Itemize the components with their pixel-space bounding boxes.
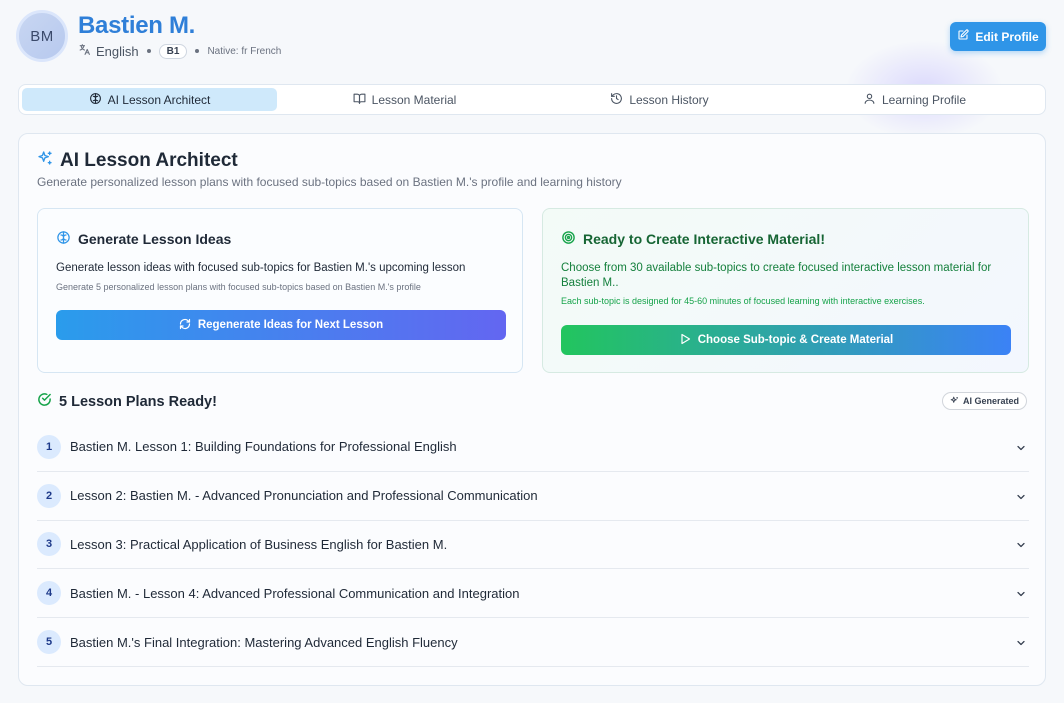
regenerate-ideas-label: Regenerate Ideas for Next Lesson xyxy=(197,319,384,331)
separator-dot xyxy=(146,49,151,53)
tab-bar: AI Lesson Architect Lesson Material Less… xyxy=(18,84,1046,115)
tab-learning-profile[interactable]: Learning Profile xyxy=(787,88,1042,111)
lesson-plan-number: 5 xyxy=(37,630,61,655)
ready-material-description: Choose from 30 available sub-topics to c… xyxy=(561,262,992,289)
generate-ideas-hint: Generate 5 personalized lesson plans wit… xyxy=(56,282,421,292)
history-icon xyxy=(610,92,629,108)
chevron-down-icon[interactable] xyxy=(1015,538,1027,556)
page-subtitle: Generate personalized lesson plans with … xyxy=(37,175,622,189)
native-language: Native: fr French xyxy=(207,45,282,57)
lesson-plan-number: 1 xyxy=(37,434,61,459)
page-title-text: AI Lesson Architect xyxy=(60,150,238,171)
lesson-plan-item[interactable]: 3 Lesson 3: Practical Application of Bus… xyxy=(37,521,1029,570)
sparkles-icon xyxy=(37,150,60,172)
ready-material-title: Ready to Create Interactive Material! xyxy=(561,230,825,248)
chevron-down-icon[interactable] xyxy=(1015,636,1027,654)
chevron-down-icon[interactable] xyxy=(1015,441,1027,459)
translate-icon xyxy=(78,43,96,59)
lesson-plans-heading: 5 Lesson Plans Ready! xyxy=(37,392,217,411)
play-icon xyxy=(679,333,698,348)
language-label: English xyxy=(96,43,139,59)
target-icon xyxy=(561,230,583,248)
tab-ai-lesson-architect[interactable]: AI Lesson Architect xyxy=(22,88,277,111)
generate-ideas-title-text: Generate Lesson Ideas xyxy=(78,231,232,247)
lesson-plan-item[interactable]: 5 Bastien M.'s Final Integration: Master… xyxy=(37,618,1029,667)
lesson-architect-card: AI Lesson Architect Generate personalize… xyxy=(18,133,1046,686)
separator-dot xyxy=(195,49,200,53)
lesson-plan-title: Bastien M. Lesson 1: Building Foundation… xyxy=(70,439,457,455)
lesson-plan-list: 1 Bastien M. Lesson 1: Building Foundati… xyxy=(37,423,1029,667)
tab-label: Learning Profile xyxy=(881,92,967,107)
brain-icon xyxy=(56,230,78,248)
ready-material-title-text: Ready to Create Interactive Material! xyxy=(583,231,825,247)
check-circle-icon xyxy=(37,392,59,411)
edit-icon xyxy=(957,29,975,44)
lesson-plan-number: 4 xyxy=(37,581,61,606)
profile-header: BM Bastien M. English B1 Native: fr Fren… xyxy=(16,10,1046,66)
ai-generated-label: AI Generated xyxy=(962,396,1019,406)
book-open-icon xyxy=(353,92,372,108)
choose-subtopic-button[interactable]: Choose Sub-topic & Create Material xyxy=(561,325,1011,355)
user-icon xyxy=(863,92,882,108)
generate-ideas-description: Generate lesson ideas with focused sub-t… xyxy=(56,262,466,274)
profile-meta: English B1 Native: fr French xyxy=(78,43,281,59)
ai-generated-badge: AI Generated xyxy=(941,392,1027,410)
refresh-icon xyxy=(179,318,198,333)
lesson-plan-title: Lesson 3: Practical Application of Busin… xyxy=(70,536,448,552)
choose-subtopic-label: Choose Sub-topic & Create Material xyxy=(697,334,894,346)
lesson-plan-title: Bastien M.'s Final Integration: Masterin… xyxy=(70,634,458,650)
ready-material-panel: Ready to Create Interactive Material! Ch… xyxy=(542,208,1029,373)
lesson-plan-number: 2 xyxy=(37,483,61,508)
chevron-down-icon[interactable] xyxy=(1015,587,1027,605)
edit-profile-button[interactable]: Edit Profile xyxy=(950,22,1046,51)
sparkles-icon xyxy=(950,396,963,407)
student-name: Bastien M. xyxy=(78,12,196,39)
lesson-plan-title: Lesson 2: Bastien M. - Advanced Pronunci… xyxy=(70,488,538,504)
ready-material-hint: Each sub-topic is designed for 45-60 min… xyxy=(561,296,925,306)
brain-icon xyxy=(89,92,108,108)
lesson-plan-number: 3 xyxy=(37,532,61,557)
level-badge: B1 xyxy=(158,43,188,59)
lesson-plan-item[interactable]: 1 Bastien M. Lesson 1: Building Foundati… xyxy=(37,423,1029,472)
page-title: AI Lesson Architect xyxy=(37,150,238,172)
chevron-down-icon[interactable] xyxy=(1015,490,1027,508)
lesson-plans-heading-text: 5 Lesson Plans Ready! xyxy=(59,393,217,410)
edit-profile-label: Edit Profile xyxy=(975,29,1039,44)
lesson-plan-item[interactable]: 4 Bastien M. - Lesson 4: Advanced Profes… xyxy=(37,569,1029,619)
regenerate-ideas-button[interactable]: Regenerate Ideas for Next Lesson xyxy=(56,310,506,340)
tab-lesson-material[interactable]: Lesson Material xyxy=(277,88,532,111)
lesson-plan-title: Bastien M. - Lesson 4: Advanced Professi… xyxy=(70,585,520,601)
generate-ideas-panel: Generate Lesson Ideas Generate lesson id… xyxy=(37,208,523,373)
tab-lesson-history[interactable]: Lesson History xyxy=(532,88,787,111)
tab-label: Lesson History xyxy=(629,92,709,107)
generate-ideas-title: Generate Lesson Ideas xyxy=(56,230,231,248)
avatar: BM xyxy=(16,10,68,62)
tab-label: AI Lesson Architect xyxy=(107,92,211,107)
tab-label: Lesson Material xyxy=(371,92,457,107)
lesson-plan-item[interactable]: 2 Lesson 2: Bastien M. - Advanced Pronun… xyxy=(37,472,1029,521)
